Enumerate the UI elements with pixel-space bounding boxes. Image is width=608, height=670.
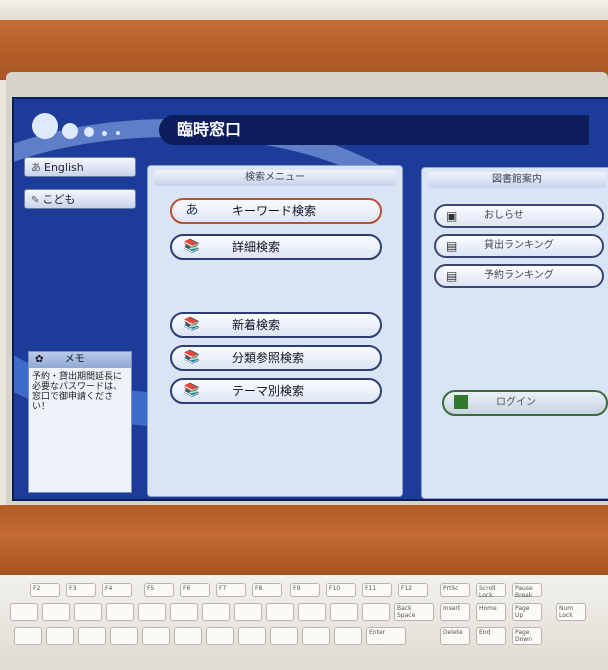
language-icon: あ: [31, 163, 41, 174]
key: [14, 627, 42, 645]
library-guide-panel: 図書館案内 ▣ おしらせ ▤ 貸出ランキング ▤ 予約ランキング ログイン: [421, 167, 608, 499]
detail-search-label: 詳細検索: [232, 240, 281, 254]
key: [266, 603, 294, 621]
key: F8: [252, 583, 282, 597]
key: [270, 627, 298, 645]
key: [234, 603, 262, 621]
memo-text: 予約・貸出期間延長に必要なパスワードは、窓口で御申請ください！: [32, 372, 123, 412]
key: Enter: [366, 627, 406, 645]
kids-button[interactable]: ✎ こども: [24, 189, 136, 209]
key: Insert: [440, 603, 470, 621]
loan-ranking-button[interactable]: ▤ 貸出ランキング: [434, 234, 604, 258]
key: F4: [102, 583, 132, 597]
memo-box: ✿ メモ 予約・貸出期間延長に必要なパスワードは、窓口で御申請ください！: [28, 351, 132, 493]
new-arrivals-icon: 📚: [183, 317, 201, 332]
key: Back Space: [394, 603, 434, 621]
key: [142, 627, 170, 645]
key: F6: [180, 583, 210, 597]
key: Pause Break: [512, 583, 542, 599]
search-menu-header: 検索メニュー: [154, 170, 396, 186]
kiosk-screen: 臨時窓口 あ English ✎ こども ✿ メモ 予約・貸出期間延長に必要なパスワ…: [12, 97, 608, 501]
key: Page Up: [512, 603, 542, 621]
page-title: 臨時窓口: [159, 115, 589, 145]
key: F7: [216, 583, 246, 597]
keyword-search-button[interactable]: あ キーワード検索: [170, 198, 382, 224]
key: [330, 603, 358, 621]
key: F11: [362, 583, 392, 597]
login-label: ログイン: [496, 397, 536, 408]
keyword-search-icon: あ: [185, 203, 199, 218]
key: [174, 627, 202, 645]
key: [46, 627, 74, 645]
kids-icon: ✎: [31, 195, 40, 206]
key: [78, 627, 106, 645]
key: [110, 627, 138, 645]
key: F2: [30, 583, 60, 597]
login-icon: [454, 395, 468, 409]
key: [106, 603, 134, 621]
key: [302, 627, 330, 645]
library-guide-header: 図書館案内: [428, 172, 606, 188]
key: PrtSc: [440, 583, 470, 597]
key: F9: [290, 583, 320, 597]
english-label: English: [44, 161, 84, 174]
reserve-ranking-button[interactable]: ▤ 予約ランキング: [434, 264, 604, 288]
key: Page Down: [512, 627, 542, 645]
key: End: [476, 627, 506, 645]
key: Num Lock: [556, 603, 586, 621]
detail-search-icon: 📚: [183, 239, 201, 254]
keyword-search-label: キーワード検索: [232, 204, 317, 218]
reserve-ranking-label: 予約ランキング: [484, 270, 554, 281]
key: [202, 603, 230, 621]
new-arrivals-label: 新着検索: [232, 318, 281, 332]
memo-icon: ✿: [35, 354, 44, 365]
login-button[interactable]: ログイン: [442, 390, 608, 416]
key: [74, 603, 102, 621]
detail-search-button[interactable]: 📚 詳細検索: [170, 234, 382, 260]
key: [42, 603, 70, 621]
monitor-frame-bottom: [0, 505, 608, 580]
key: Scroll Lock: [476, 583, 506, 599]
key: [206, 627, 234, 645]
key: Home: [476, 603, 506, 621]
key: [138, 603, 166, 621]
loan-ranking-icon: ▤: [446, 239, 458, 253]
category-search-button[interactable]: 📚 分類参照検索: [170, 345, 382, 371]
key: F12: [398, 583, 428, 597]
key: [10, 603, 38, 621]
search-menu-panel: 検索メニュー あ キーワード検索 📚 詳細検索 📚 新着検索 📚 分類参照検索 …: [147, 165, 403, 497]
category-search-label: 分類参照検索: [232, 351, 305, 365]
key: [334, 627, 362, 645]
monitor-frame-top: [0, 0, 608, 80]
reserve-ranking-icon: ▤: [446, 269, 458, 283]
key: [170, 603, 198, 621]
key: Delete: [440, 627, 470, 645]
loan-ranking-label: 貸出ランキング: [484, 240, 554, 251]
key: F10: [326, 583, 356, 597]
key: [362, 603, 390, 621]
key: F3: [66, 583, 96, 597]
new-arrivals-button[interactable]: 📚 新着検索: [170, 312, 382, 338]
memo-header: ✿ メモ: [29, 352, 131, 368]
theme-search-icon: 📚: [183, 383, 201, 398]
theme-search-label: テーマ別検索: [232, 384, 305, 398]
theme-search-button[interactable]: 📚 テーマ別検索: [170, 378, 382, 404]
notice-label: おしらせ: [484, 210, 524, 221]
keyboard: F2 F3 F4 F5 F6 F7 F8 F9 F10 F11 F12 PrtS…: [0, 575, 608, 670]
english-button[interactable]: あ English: [24, 157, 136, 177]
kids-label: こども: [42, 193, 76, 206]
notice-icon: ▣: [446, 209, 458, 223]
key: [298, 603, 326, 621]
key: F5: [144, 583, 174, 597]
notice-button[interactable]: ▣ おしらせ: [434, 204, 604, 228]
key: [238, 627, 266, 645]
category-search-icon: 📚: [183, 350, 201, 365]
